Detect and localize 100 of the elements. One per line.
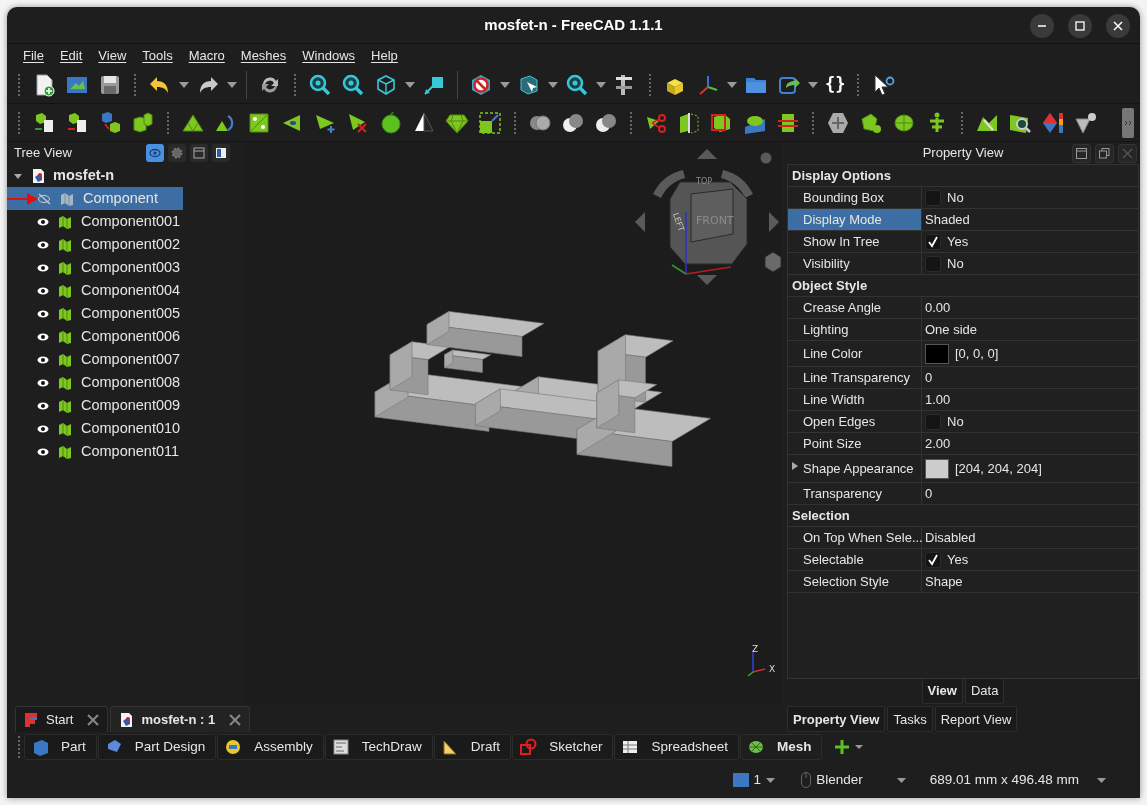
color-swatch[interactable] xyxy=(925,458,949,479)
eye-icon[interactable] xyxy=(37,377,49,388)
property-name[interactable]: Selection Style xyxy=(788,571,922,592)
dimension-button[interactable]: 689.01 mm x 496.48 mm xyxy=(925,769,1110,791)
eye-icon[interactable] xyxy=(37,331,49,342)
checkbox[interactable] xyxy=(925,551,941,568)
navigation-cube-drawing[interactable] xyxy=(635,149,782,285)
tree-item[interactable]: Component010 xyxy=(7,417,197,440)
eye-icon[interactable] xyxy=(37,308,49,319)
tree-item[interactable]: mosfet-n xyxy=(53,164,115,187)
property-value[interactable]: 1.00 xyxy=(925,389,951,410)
property-name[interactable]: Bounding Box xyxy=(788,187,922,208)
menu-item[interactable]: File xyxy=(15,44,52,66)
eye-icon[interactable] xyxy=(37,216,49,227)
caret-icon[interactable] xyxy=(727,81,737,88)
float-icon[interactable] xyxy=(1095,144,1114,163)
tree-item[interactable]: Component004 xyxy=(7,279,197,302)
minimize-button[interactable] xyxy=(1030,14,1054,38)
menu-item[interactable]: Tools xyxy=(134,44,181,66)
caret-icon[interactable] xyxy=(808,81,818,88)
property-value[interactable]: Yes xyxy=(947,549,969,570)
eye-icon[interactable] xyxy=(37,400,49,411)
close-icon[interactable] xyxy=(87,713,100,726)
window-icon[interactable] xyxy=(190,144,208,162)
property-name[interactable]: Visibility xyxy=(788,253,922,274)
panel-tab[interactable]: Tasks xyxy=(887,706,933,732)
eye-icon[interactable] xyxy=(37,285,49,296)
property-name[interactable]: Lighting xyxy=(788,319,922,340)
menu-item[interactable]: Help xyxy=(363,44,406,66)
checkbox[interactable] xyxy=(925,233,941,250)
caret-icon[interactable] xyxy=(179,81,189,88)
property-name[interactable]: Line Transparency xyxy=(788,367,922,388)
hidden-eye-icon[interactable] xyxy=(37,192,51,205)
caret-icon[interactable] xyxy=(227,81,237,88)
document-tab[interactable]: mosfet-n : 1 xyxy=(110,706,251,732)
tree-item[interactable]: Component006 xyxy=(7,325,197,348)
workbench-tab[interactable]: Mesh xyxy=(739,734,823,760)
property-name[interactable]: Selectable xyxy=(788,549,922,570)
menu-item[interactable]: Macro xyxy=(180,44,233,66)
eye-icon[interactable] xyxy=(37,446,49,457)
tree-item[interactable]: Component005 xyxy=(7,302,197,325)
menu-item[interactable]: View xyxy=(90,44,135,66)
tree-item[interactable]: Component008 xyxy=(7,371,197,394)
tree-item[interactable]: Component002 xyxy=(7,233,197,256)
property-name[interactable]: On Top When Sele... xyxy=(788,527,922,548)
eye-icon[interactable] xyxy=(37,354,49,365)
property-value[interactable]: [204, 204, 204] xyxy=(955,458,1042,479)
tree-item[interactable]: Component xyxy=(7,187,183,210)
property-name[interactable]: Shape Appearance xyxy=(788,455,922,482)
property-value[interactable]: 0.00 xyxy=(925,297,951,318)
workbench-tab[interactable]: Part Design xyxy=(97,734,217,760)
view-count-button[interactable]: 1 xyxy=(728,769,780,791)
overflow-icon[interactable] xyxy=(1120,105,1136,140)
property-value[interactable]: 0 xyxy=(925,483,933,504)
close-icon[interactable] xyxy=(229,713,242,726)
maximize-button[interactable] xyxy=(1068,14,1092,38)
caret-icon[interactable] xyxy=(548,81,558,88)
property-value[interactable]: One side xyxy=(925,319,978,340)
panel-icon[interactable] xyxy=(212,144,230,162)
workbench-tab[interactable]: Part xyxy=(24,734,97,760)
panel-tab[interactable]: Data xyxy=(964,679,1005,704)
eye-icon[interactable] xyxy=(37,262,49,273)
property-name[interactable]: Line Color xyxy=(788,341,922,366)
property-value[interactable]: No xyxy=(947,411,964,432)
workbench-tab[interactable]: Draft xyxy=(433,734,512,760)
property-value[interactable]: Yes xyxy=(947,231,969,252)
property-value[interactable]: Disabled xyxy=(925,527,976,548)
property-value[interactable]: No xyxy=(947,253,964,274)
color-swatch[interactable] xyxy=(925,343,949,364)
property-name[interactable]: Show In Tree xyxy=(788,231,922,252)
caret-icon[interactable] xyxy=(500,81,510,88)
property-name[interactable]: Display Mode xyxy=(788,209,922,230)
tree-item[interactable]: Component003 xyxy=(7,256,197,279)
property-value[interactable]: [0, 0, 0] xyxy=(955,343,999,364)
workbench-tab[interactable]: TechDraw xyxy=(324,734,433,760)
menu-item[interactable]: Windows xyxy=(294,44,364,66)
panel-tab[interactable]: Report View xyxy=(934,706,1018,732)
property-name[interactable]: Line Width xyxy=(788,389,922,410)
property-value[interactable]: Shape xyxy=(925,571,963,592)
workbench-tab[interactable]: Assembly xyxy=(217,734,324,760)
workbench-tab[interactable]: Spreadsheet xyxy=(614,734,739,760)
property-name[interactable]: Point Size xyxy=(788,433,922,454)
property-name[interactable]: Crease Angle xyxy=(788,297,922,318)
window-icon[interactable] xyxy=(1072,144,1091,163)
eye-icon[interactable] xyxy=(37,423,49,434)
workbench-tab[interactable]: Sketcher xyxy=(512,734,614,760)
document-tab[interactable]: Start xyxy=(15,706,109,732)
expand-arrow-icon[interactable] xyxy=(792,462,798,470)
caret-icon[interactable] xyxy=(596,81,606,88)
caret-icon[interactable] xyxy=(405,81,415,88)
property-value[interactable]: 0 xyxy=(925,367,933,388)
property-value[interactable]: Shaded xyxy=(925,209,970,230)
navigation-style-button[interactable]: Blender xyxy=(797,769,910,791)
panel-tab[interactable]: View xyxy=(921,679,963,704)
property-value[interactable]: No xyxy=(947,187,964,208)
close-button[interactable] xyxy=(1106,14,1130,38)
property-name[interactable]: Transparency xyxy=(788,483,922,504)
menu-item[interactable]: Edit xyxy=(51,44,91,66)
macro-button[interactable]: {} xyxy=(823,69,848,100)
eye-icon[interactable] xyxy=(37,239,49,250)
